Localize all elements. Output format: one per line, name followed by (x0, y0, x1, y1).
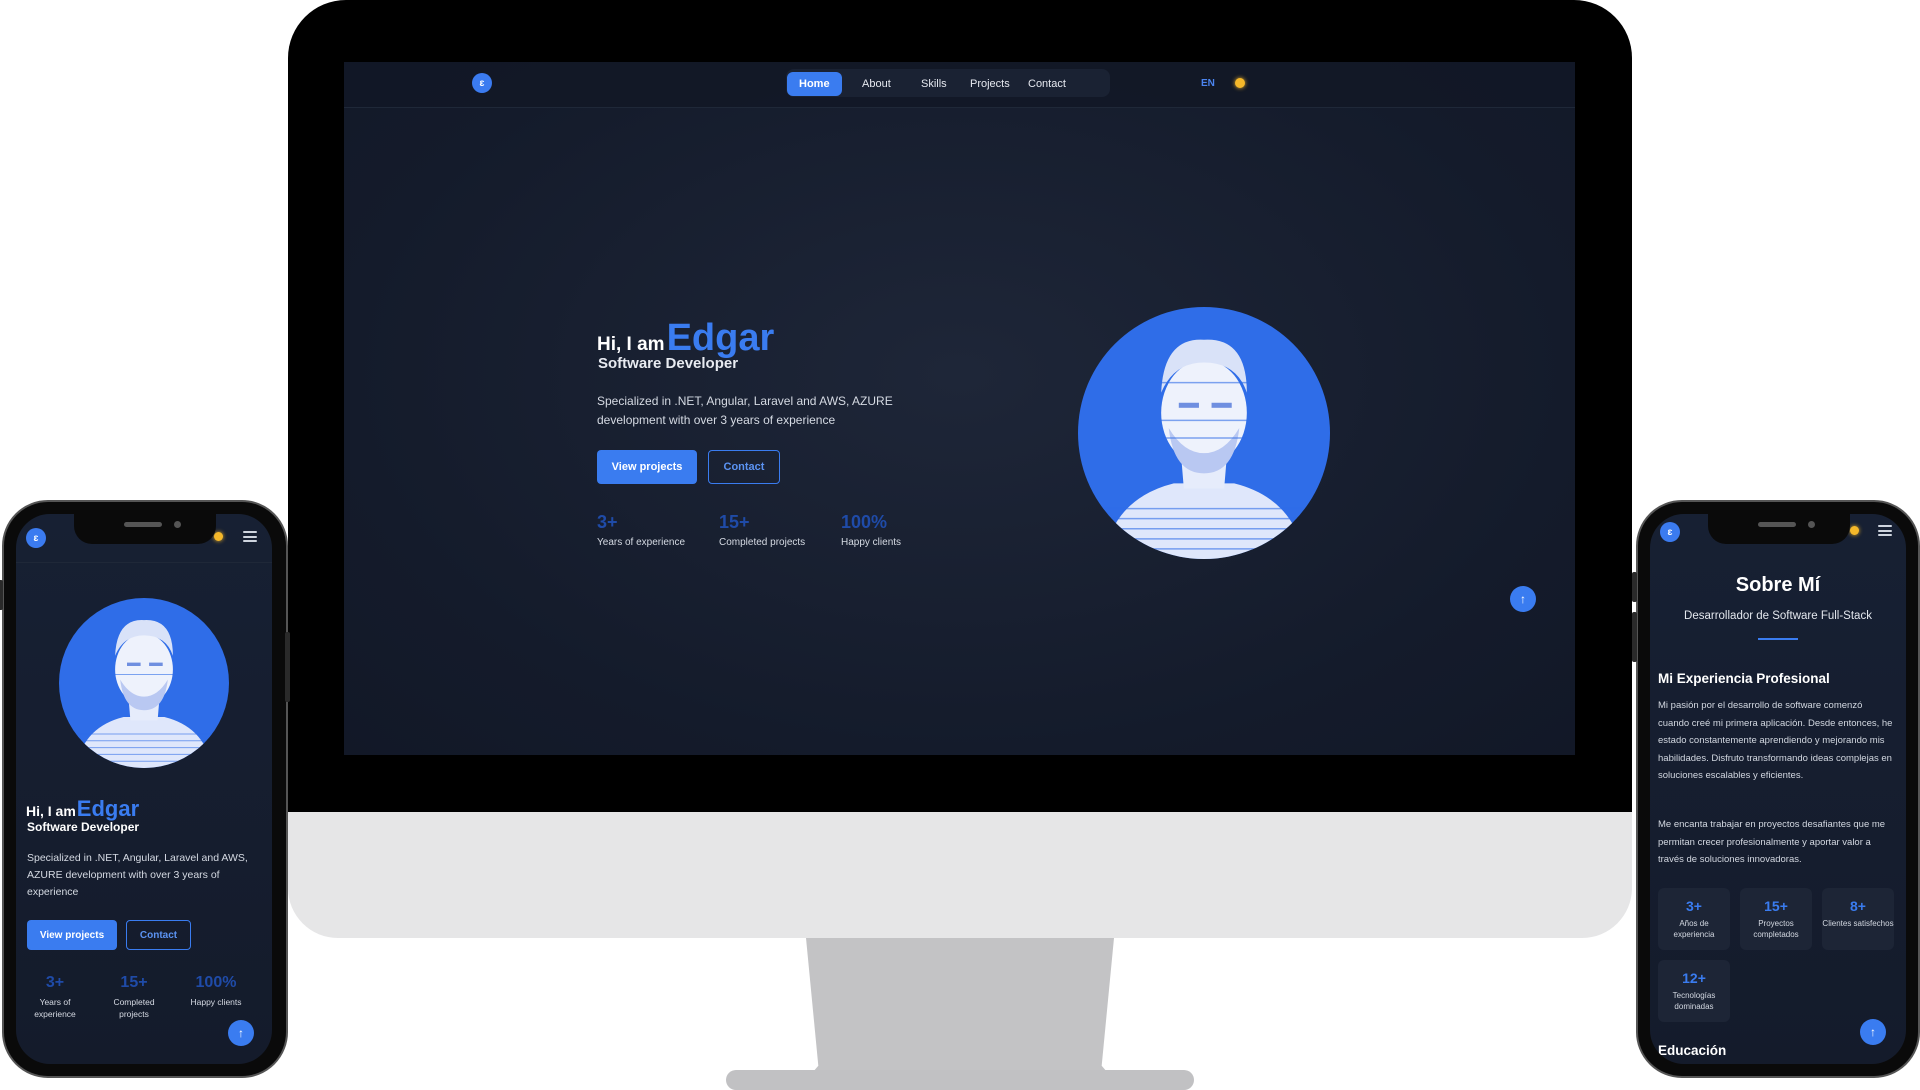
about-title: Sobre Mí (1735, 574, 1821, 596)
hero-name: Edgar (666, 317, 775, 359)
stat-card-label: Clientes satisfechos (1822, 919, 1894, 928)
scroll-top-button[interactable]: ↑ (1860, 1019, 1886, 1045)
stat-card-value: 3+ (1686, 898, 1702, 914)
logo-icon[interactable]: ɛ (26, 528, 46, 548)
education-heading: Educación (1658, 1043, 1727, 1058)
portrait-illustration (76, 620, 212, 768)
profile-avatar (59, 598, 229, 768)
sun-icon[interactable] (1850, 526, 1859, 535)
about-paragraph-1: Mi pasión por el desarrollo de software … (1658, 700, 1893, 781)
language-toggle[interactable]: EN (1201, 78, 1215, 89)
menu-icon[interactable] (1878, 525, 1892, 536)
hero-description: Specialized in .NET, Angular, Laravel an… (27, 852, 248, 898)
stat-years-label: Years of experience (34, 997, 76, 1019)
hero-role: Software Developer (598, 355, 739, 372)
stat-card-value: 8+ (1850, 898, 1866, 914)
stat-card-label: Tecnologías dominadas (1672, 991, 1716, 1011)
stat-card-value: 12+ (1682, 970, 1706, 986)
portrait-illustration (1103, 339, 1305, 559)
stat-clients-label: Happy clients (190, 997, 242, 1007)
experience-heading: Mi Experiencia Profesional (1658, 671, 1830, 686)
imac-stand-foot (726, 1070, 1194, 1090)
stat-card: 15+ Proyectos completados (1740, 888, 1812, 950)
top-navbar: ɛ Home About Skills Projects Contact EN (344, 62, 1575, 108)
greeting-text: Hi, I am (597, 334, 665, 355)
about-underline (1758, 638, 1798, 640)
stat-clients-value: 100% (841, 512, 888, 532)
scroll-top-button[interactable]: ↑ (228, 1020, 254, 1046)
right-phone-notch (1708, 514, 1850, 544)
view-projects-button[interactable]: View projects (597, 450, 697, 484)
stat-card-label: Proyectos completados (1753, 919, 1799, 939)
left-phone-notch (74, 514, 216, 544)
hero-greeting: Hi, I amEdgar (26, 796, 139, 822)
nav-skills[interactable]: Skills (909, 72, 959, 96)
scroll-top-button[interactable]: ↑ (1510, 586, 1536, 612)
contact-button[interactable]: Contact (126, 920, 191, 950)
right-phone-screen: ɛ Sobre Mí Desarrollador de Software Ful… (1650, 514, 1906, 1064)
stat-card: 3+ Años de experiencia (1658, 888, 1730, 950)
left-phone-side-button (0, 580, 3, 610)
hero-description: Specialized in .NET, Angular, Laravel an… (597, 394, 893, 427)
profile-avatar (1078, 307, 1330, 559)
imac-chin (288, 812, 1632, 938)
nav-about[interactable]: About (850, 72, 903, 96)
about-paragraph-2: Me encanta trabajar en proyectos desafia… (1658, 819, 1886, 865)
contact-button[interactable]: Contact (708, 450, 780, 484)
hero-role: Software Developer (27, 820, 140, 834)
sun-icon[interactable] (1235, 78, 1245, 88)
right-phone-camera (1808, 521, 1815, 528)
right-phone-side-button (1632, 572, 1637, 602)
hero-name: Edgar (76, 796, 140, 821)
menu-icon[interactable] (243, 531, 257, 542)
stat-years-value: 3+ (597, 512, 618, 532)
stat-projects-label: Completed projects (113, 997, 155, 1019)
stat-card-value: 15+ (1764, 898, 1788, 914)
stat-card: 8+ Clientes satisfechos (1822, 888, 1894, 950)
desktop-screen: ɛ Home About Skills Projects Contact EN … (344, 62, 1575, 755)
stat-years-value: 3+ (45, 974, 65, 991)
stat-years-label: Years of experience (597, 537, 686, 548)
nav-home[interactable]: Home (787, 72, 842, 96)
greeting-text: Hi, I am (26, 803, 76, 819)
stat-projects-label: Completed projects (719, 537, 806, 548)
left-phone-screen: ɛ Hi, I amEdgar Software Developer Speci… (16, 514, 272, 1064)
nav-contact[interactable]: Contact (1016, 72, 1078, 96)
stat-projects-value: 15+ (120, 974, 148, 991)
right-phone-volume-button (1632, 612, 1637, 662)
right-phone-speaker (1758, 522, 1796, 527)
nav-projects[interactable]: Projects (958, 72, 1022, 96)
logo-icon[interactable]: ɛ (472, 73, 492, 93)
view-projects-button[interactable]: View projects (27, 920, 117, 950)
stat-card-label: Años de experiencia (1673, 919, 1715, 939)
mobile-nav-divider (16, 562, 272, 563)
stat-projects-value: 15+ (719, 512, 750, 532)
about-subtitle: Desarrollador de Software Full-Stack (1684, 610, 1872, 622)
imac-stand (806, 938, 1114, 1080)
left-phone-power-button (285, 632, 290, 702)
logo-icon[interactable]: ɛ (1660, 522, 1680, 542)
hero-greeting: Hi, I amEdgar (597, 317, 774, 360)
stat-clients-value: 100% (195, 974, 237, 991)
left-phone-camera (174, 521, 181, 528)
left-phone-speaker (124, 522, 162, 527)
stat-card: 12+ Tecnologías dominadas (1658, 960, 1730, 1022)
stat-clients-label: Happy clients (841, 537, 902, 548)
sun-icon[interactable] (214, 532, 223, 541)
